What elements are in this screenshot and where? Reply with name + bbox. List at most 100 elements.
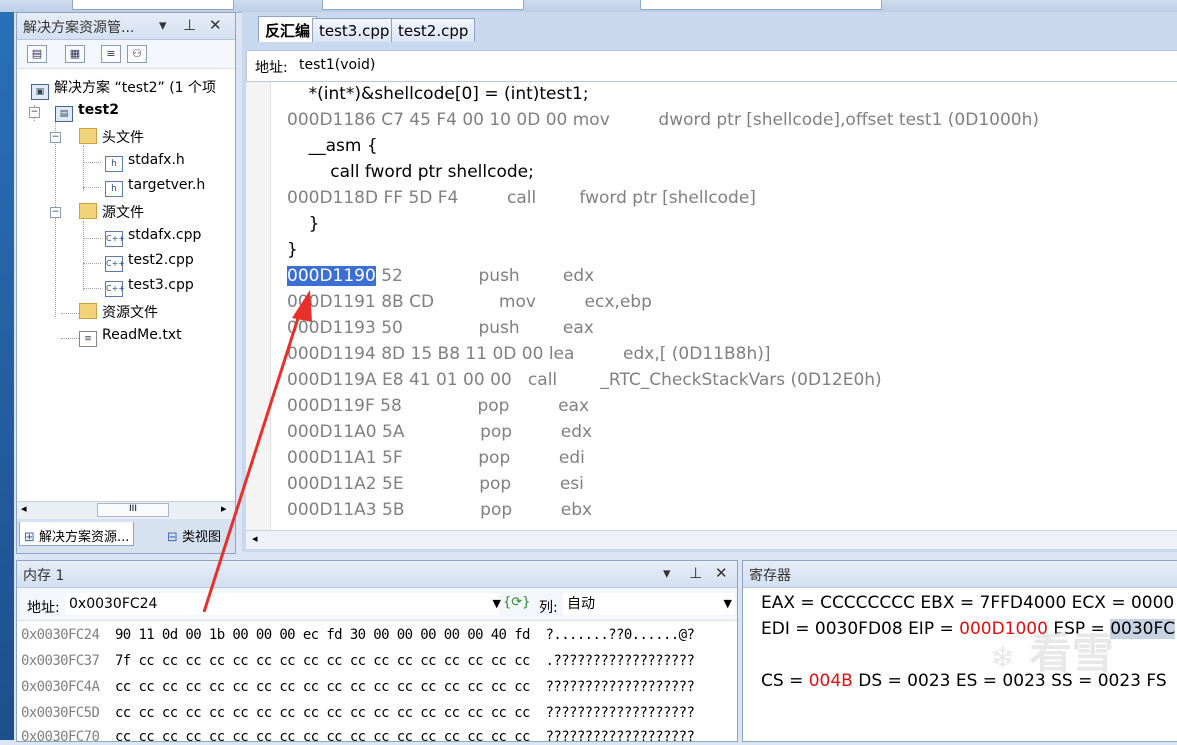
toolbar-combo[interactable]	[72, 0, 234, 10]
header-file-icon: h	[105, 181, 123, 197]
desktop-edge	[0, 12, 14, 740]
columns-select[interactable]: 自动 ▼	[563, 593, 735, 615]
refresh-view-icon[interactable]: ≡	[101, 45, 121, 63]
tab-test3-cpp[interactable]: test3.cpp	[312, 18, 397, 42]
source-line: }	[287, 240, 298, 260]
disasm-line: 000D1186 C7 45 F4 00 10 0D 00 mov dword …	[287, 110, 1040, 130]
chevron-down-icon[interactable]: ▼	[493, 593, 501, 615]
collapse-toggle[interactable]: −	[50, 207, 61, 218]
cs-value: 004B	[808, 671, 853, 691]
memory-address-input[interactable]: 0x0030FC24 ▼	[65, 593, 501, 615]
tree-item-folder[interactable]: 源文件	[79, 202, 144, 222]
properties-icon[interactable]: ▤	[27, 45, 47, 63]
panel-title: 内存 1	[23, 568, 65, 584]
tree-item-file[interactable]: h targetver.h	[105, 177, 205, 197]
close-icon[interactable]: ✕	[715, 564, 728, 582]
scroll-thumb[interactable]: III	[97, 503, 169, 517]
pin-icon[interactable]: ⊥	[689, 564, 702, 582]
source-line: call fword ptr shellcode;	[287, 162, 534, 182]
panel-bottom-tabs: ⊞ 解决方案资源... ⊟ 类视图	[17, 519, 235, 553]
tree-item-file[interactable]: C++ stdafx.cpp	[105, 227, 201, 247]
tree-item-project[interactable]: ▤ test2	[55, 102, 119, 122]
tab-test2-cpp[interactable]: test2.cpp	[391, 18, 476, 42]
tree-item-folder[interactable]: 头文件	[79, 127, 144, 147]
close-icon[interactable]: ✕	[209, 16, 222, 34]
disasm-line: 000D11A1 5F pop edi	[287, 448, 585, 468]
memory-row: 0x0030FC4A cc cc cc cc cc cc cc cc cc cc…	[21, 679, 695, 695]
columns-label: 列:	[539, 600, 558, 616]
selected-address: 000D1190	[287, 266, 376, 286]
solution-icon: ▣	[31, 84, 49, 100]
panel-titlebar: 内存 1 ▾ ⊥ ✕	[17, 561, 737, 588]
solution-explorer-panel: 解决方案资源管... ▾ ⊥ ✕ ▤ ▦ ≡ ⚇ − − − ▣ 解决方案 “te…	[16, 12, 236, 554]
panel-title: 寄存器	[749, 568, 791, 584]
folder-icon	[79, 303, 97, 319]
code-view[interactable]: *(int*)&shellcode[0] = (int)test1; 000D1…	[246, 82, 1177, 530]
panel-toolbar: ▤ ▦ ≡ ⚇	[17, 40, 235, 69]
tree-item-file[interactable]: C++ test2.cpp	[105, 252, 194, 272]
address-label: 地址:	[255, 60, 288, 76]
refresh-icon[interactable]: {⟳}	[503, 595, 530, 610]
show-all-files-icon[interactable]: ▦	[65, 45, 85, 63]
cpp-file-icon: C++	[105, 281, 125, 297]
cpp-file-icon: C++	[105, 256, 125, 272]
disasm-line: 000D1191 8B CD mov ecx,ebp	[287, 292, 652, 312]
tree-item-file[interactable]: C++ test3.cpp	[105, 277, 194, 297]
address-label: 地址:	[27, 600, 60, 616]
disasm-line: 000D11A3 5B pop ebx	[287, 500, 593, 520]
toolbar-combo[interactable]	[640, 0, 882, 10]
address-input[interactable]: test1(void)	[299, 57, 375, 73]
text-file-icon: ≡	[79, 331, 97, 347]
disasm-line: 000D1194 8D 15 B8 11 0D 00 lea edx,[ (0D…	[287, 344, 771, 364]
disasm-line: 000D119F 58 pop eax	[287, 396, 590, 416]
class-diagram-icon[interactable]: ⚇	[127, 45, 147, 63]
disasm-line: 000D1193 50 push eax	[287, 318, 594, 338]
disasm-line-selected: 000D1190 52 push edx	[287, 266, 595, 286]
horizontal-scrollbar[interactable]: ◂ III ▸	[17, 501, 235, 519]
tree-item-file[interactable]: ≡ ReadMe.txt	[79, 327, 182, 347]
class-view-icon: ⊟	[167, 530, 178, 545]
dropdown-icon[interactable]: ▾	[663, 564, 671, 582]
scroll-right-icon[interactable]: ▸	[221, 502, 227, 515]
esp-value: 0030FC	[1110, 619, 1176, 639]
tree-item-file[interactable]: h stdafx.h	[105, 152, 185, 172]
source-line: __asm {	[287, 136, 378, 156]
collapse-toggle[interactable]: −	[29, 107, 40, 118]
memory-panel: 内存 1 ▾ ⊥ ✕ 地址: 0x0030FC24 ▼ {⟳} 列: 自动 ▼ …	[16, 560, 738, 745]
dropdown-icon[interactable]: ▾	[159, 16, 167, 34]
memory-toolbar: 地址: 0x0030FC24 ▼ {⟳} 列: 自动 ▼	[17, 588, 737, 621]
scroll-left-icon[interactable]: ◂	[21, 502, 27, 515]
editor-gutter	[246, 82, 271, 530]
panel-title: 解决方案资源管...	[23, 20, 135, 36]
folder-icon	[79, 203, 97, 219]
scroll-left-icon[interactable]: ◂	[252, 532, 258, 545]
tab-solution-explorer[interactable]: ⊞ 解决方案资源...	[19, 522, 135, 546]
tab-class-view[interactable]: ⊟ 类视图	[163, 522, 225, 546]
tab-disassembly[interactable]: 反汇编	[258, 16, 318, 42]
disassembly-editor: 反汇编 test3.cpp test2.cpp 地址: test1(void) …	[242, 12, 1177, 552]
toolbar-combo[interactable]	[322, 0, 524, 10]
register-line: EAX = CCCCCCCC EBX = 7FFD4000 ECX = 0000	[761, 593, 1175, 613]
panel-titlebar: 解决方案资源管... ▾ ⊥ ✕	[17, 13, 235, 40]
watermark-logo: ❄ 看雪	[990, 629, 1114, 678]
project-icon: ▤	[55, 106, 73, 122]
snowflake-icon: ❄	[990, 641, 1016, 676]
solution-explorer-icon: ⊞	[24, 530, 35, 545]
chevron-down-icon[interactable]: ▼	[724, 593, 732, 615]
collapse-toggle[interactable]: −	[50, 132, 61, 143]
pin-icon[interactable]: ⊥	[183, 16, 196, 34]
tree-item-solution[interactable]: ▣ 解决方案 “test2” (1 个项	[31, 77, 216, 100]
memory-row: 0x0030FC37 7f cc cc cc cc cc cc cc cc cc…	[21, 653, 695, 669]
disasm-line: 000D11A2 5E pop esi	[287, 474, 584, 494]
disasm-line: 000D118D FF 5D F4 call fword ptr [shellc…	[287, 188, 756, 208]
cpp-file-icon: C++	[105, 231, 125, 247]
header-file-icon: h	[105, 156, 123, 172]
memory-row: 0x0030FC70 cc cc cc cc cc cc cc cc cc cc…	[21, 729, 695, 745]
memory-row: 0x0030FC24 90 11 0d 00 1b 00 00 00 ec fd…	[21, 627, 695, 643]
horizontal-scrollbar[interactable]: ◂	[246, 530, 1177, 549]
disasm-line: 000D11A0 5A pop edx	[287, 422, 593, 442]
address-bar: 地址: test1(void)	[246, 50, 1177, 82]
memory-row: 0x0030FC5D cc cc cc cc cc cc cc cc cc cc…	[21, 705, 695, 721]
source-line: *(int*)&shellcode[0] = (int)test1;	[287, 84, 589, 104]
tree-item-folder[interactable]: 资源文件	[79, 302, 158, 322]
